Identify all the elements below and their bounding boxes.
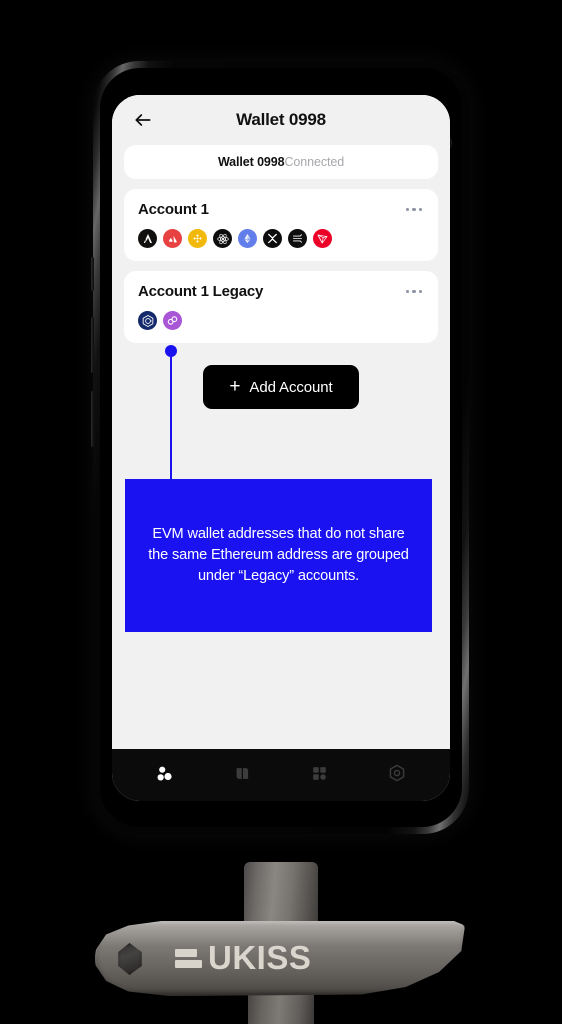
ukiss-bars-icon — [175, 949, 202, 968]
status-badge: Connected — [284, 155, 345, 169]
arrow-left-icon — [133, 110, 153, 130]
back-button[interactable] — [128, 105, 158, 135]
account-header-row: Account 1 — [138, 201, 424, 218]
logo-bar — [175, 960, 202, 968]
chain-icon-solana[interactable] — [288, 229, 307, 248]
cards-icon — [233, 764, 252, 783]
wallet-connection-status[interactable]: Wallet 0998 Connected — [124, 145, 438, 179]
phone-button-bixby[interactable] — [91, 257, 94, 291]
dot — [418, 207, 422, 212]
grid-icon — [310, 764, 329, 783]
more-horizontal-icon[interactable] — [404, 286, 425, 298]
account-name: Account 1 Legacy — [138, 283, 264, 300]
callout-text: EVM wallet addresses that do not share t… — [148, 526, 409, 584]
chain-icon-arbitrum[interactable] — [138, 229, 157, 248]
nav-item-apps[interactable] — [297, 754, 343, 792]
accounts-icon — [154, 763, 175, 784]
callout-leader-line — [170, 351, 172, 481]
connected-wallet-name: Wallet 0998 — [217, 155, 285, 169]
ukiss-hardware-key: UKISS — [95, 921, 465, 996]
dot — [412, 289, 416, 294]
phone-button-volume-up[interactable] — [91, 317, 94, 373]
ukiss-brand-text: UKISS — [208, 939, 312, 976]
add-account-button[interactable]: + Add Account — [203, 365, 359, 409]
chain-icon-xrp[interactable] — [263, 229, 282, 248]
phone-button-volume-down[interactable] — [91, 391, 94, 447]
app-content: Wallet 0998 Wallet 0998 Connected Account… — [112, 95, 450, 749]
phone-screen: Wallet 0998 Wallet 0998 Connected Account… — [112, 95, 450, 801]
dot — [412, 207, 416, 212]
chain-icon-list — [138, 311, 424, 330]
nav-item-accounts[interactable] — [142, 754, 188, 792]
account-card[interactable]: Account 1 — [124, 189, 438, 261]
dot — [405, 207, 409, 212]
chain-icon-cronos[interactable] — [138, 311, 157, 330]
chain-icon-cosmos[interactable] — [213, 229, 232, 248]
screenshot-stage: Wallet 0998 Wallet 0998 Connected Account… — [0, 0, 562, 1024]
add-account-label: Add Account — [249, 378, 333, 396]
phone-device: Wallet 0998 Wallet 0998 Connected Account… — [91, 61, 469, 834]
page-title: Wallet 0998 — [236, 110, 326, 129]
account-header-row: Account 1 Legacy — [138, 283, 424, 300]
bottom-navigation-bar — [112, 749, 450, 801]
more-horizontal-icon[interactable] — [404, 204, 425, 216]
chain-icon-polygon[interactable] — [163, 311, 182, 330]
dot — [405, 289, 409, 294]
plus-icon: + — [229, 375, 241, 397]
chain-icon-list — [138, 229, 424, 248]
chain-icon-binance[interactable] — [188, 229, 207, 248]
logo-bar — [175, 949, 197, 957]
chain-icon-tron[interactable] — [313, 229, 332, 248]
chain-icon-ethereum[interactable] — [238, 229, 257, 248]
chain-icon-avalanche[interactable] — [163, 229, 182, 248]
dot — [418, 289, 422, 294]
gear-icon — [387, 763, 407, 783]
callout-leader-dot — [165, 345, 177, 357]
nav-item-settings[interactable] — [374, 754, 420, 792]
app-header: Wallet 0998 — [124, 95, 438, 145]
callout-annotation: EVM wallet addresses that do not share t… — [125, 479, 432, 632]
nav-item-assets[interactable] — [219, 754, 265, 792]
ukiss-logo: UKISS — [175, 941, 311, 974]
account-card[interactable]: Account 1 Legacy — [124, 271, 438, 343]
account-name: Account 1 — [138, 201, 209, 218]
